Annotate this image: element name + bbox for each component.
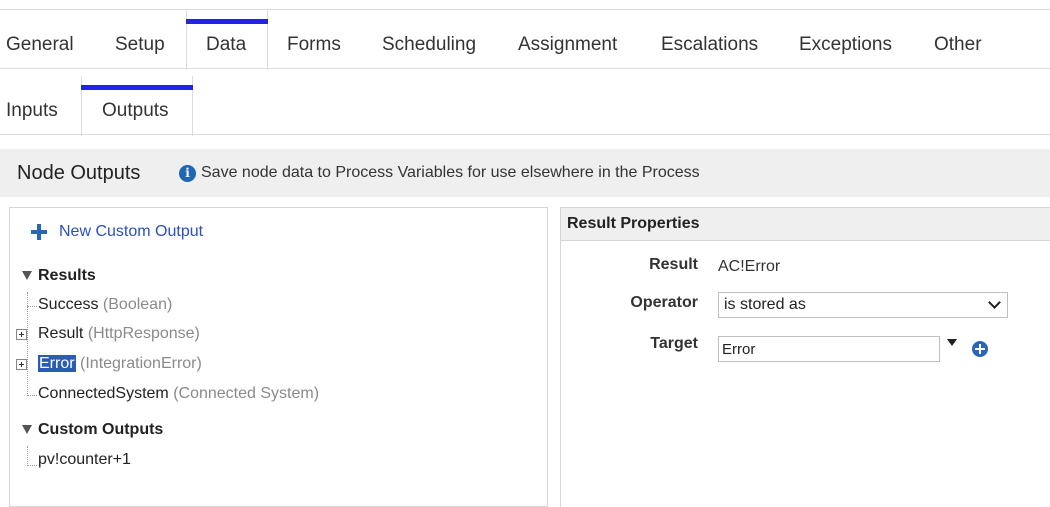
divider (0, 68, 1050, 69)
item-type: (Boolean) (102, 296, 173, 313)
target-input[interactable] (718, 336, 940, 362)
divider (0, 134, 1050, 135)
add-variable-icon[interactable] (972, 341, 988, 357)
item-name: ConnectedSystem (38, 385, 169, 402)
tab-label: Exceptions (799, 34, 892, 55)
item-type: (HttpResponse) (87, 325, 200, 342)
tab-label: Inputs (6, 100, 58, 121)
tab-data[interactable]: Data (186, 10, 268, 70)
collapse-triangle-icon (22, 425, 32, 434)
tree-connector (27, 292, 28, 396)
primary-tab-bar: General Setup Data Forms Scheduling Assi… (0, 0, 1050, 70)
item-name: Error (38, 355, 76, 372)
result-label: Result (649, 256, 698, 273)
item-name: pv!counter+1 (38, 451, 131, 468)
tab-label: Forms (287, 34, 341, 55)
tree-connector (27, 446, 28, 466)
tab-label: Data (206, 34, 247, 55)
node-outputs-header: Node Outputs i Save node data to Process… (0, 149, 1050, 197)
tree-connector (27, 395, 37, 396)
tab-label: Outputs (102, 100, 169, 121)
outputs-tree-panel: New Custom Output Results Success (Boole… (9, 207, 548, 507)
secondary-tab-bar: Inputs Outputs (0, 70, 1050, 136)
item-type: (Connected System) (173, 385, 320, 402)
target-dropdown-caret-icon[interactable] (947, 339, 957, 346)
result-value: AC!Error (718, 258, 781, 275)
panel-header: Result Properties (561, 208, 1050, 241)
active-tab-indicator (186, 19, 268, 24)
collapse-triangle-icon (22, 271, 32, 280)
expand-icon[interactable] (16, 359, 27, 370)
expand-icon[interactable] (16, 329, 27, 340)
tab-label: Setup (115, 34, 165, 55)
item-type: (IntegrationError) (80, 355, 202, 372)
item-name: Success (38, 296, 99, 313)
panel-title: Result Properties (567, 215, 700, 232)
tab-label: Assignment (518, 34, 618, 55)
operator-label: Operator (630, 294, 698, 311)
group-label: Results (38, 267, 96, 284)
link-label: New Custom Output (59, 223, 204, 240)
result-properties-panel: Result Properties Result AC!Error Operat… (560, 207, 1050, 507)
dropdown-value: is stored as (724, 296, 806, 313)
tab-label: Other (934, 34, 982, 55)
tab-label: Escalations (661, 34, 759, 55)
tab-label: Scheduling (382, 34, 477, 55)
operator-dropdown[interactable]: is stored as (718, 292, 1008, 318)
tab-outputs[interactable]: Outputs (81, 76, 193, 136)
info-text: Save node data to Process Variables for … (201, 164, 700, 181)
chevron-down-icon (988, 296, 1001, 309)
section-title: Node Outputs (17, 162, 141, 184)
tree-connector (27, 306, 37, 307)
tree-connector (27, 465, 37, 466)
plus-icon (30, 223, 48, 241)
target-label: Target (650, 335, 698, 352)
divider (0, 9, 1050, 10)
item-name: Result (38, 325, 84, 342)
group-label: Custom Outputs (38, 421, 164, 438)
active-tab-indicator (81, 85, 193, 90)
info-icon: i (179, 165, 196, 182)
tab-label: General (6, 34, 74, 55)
